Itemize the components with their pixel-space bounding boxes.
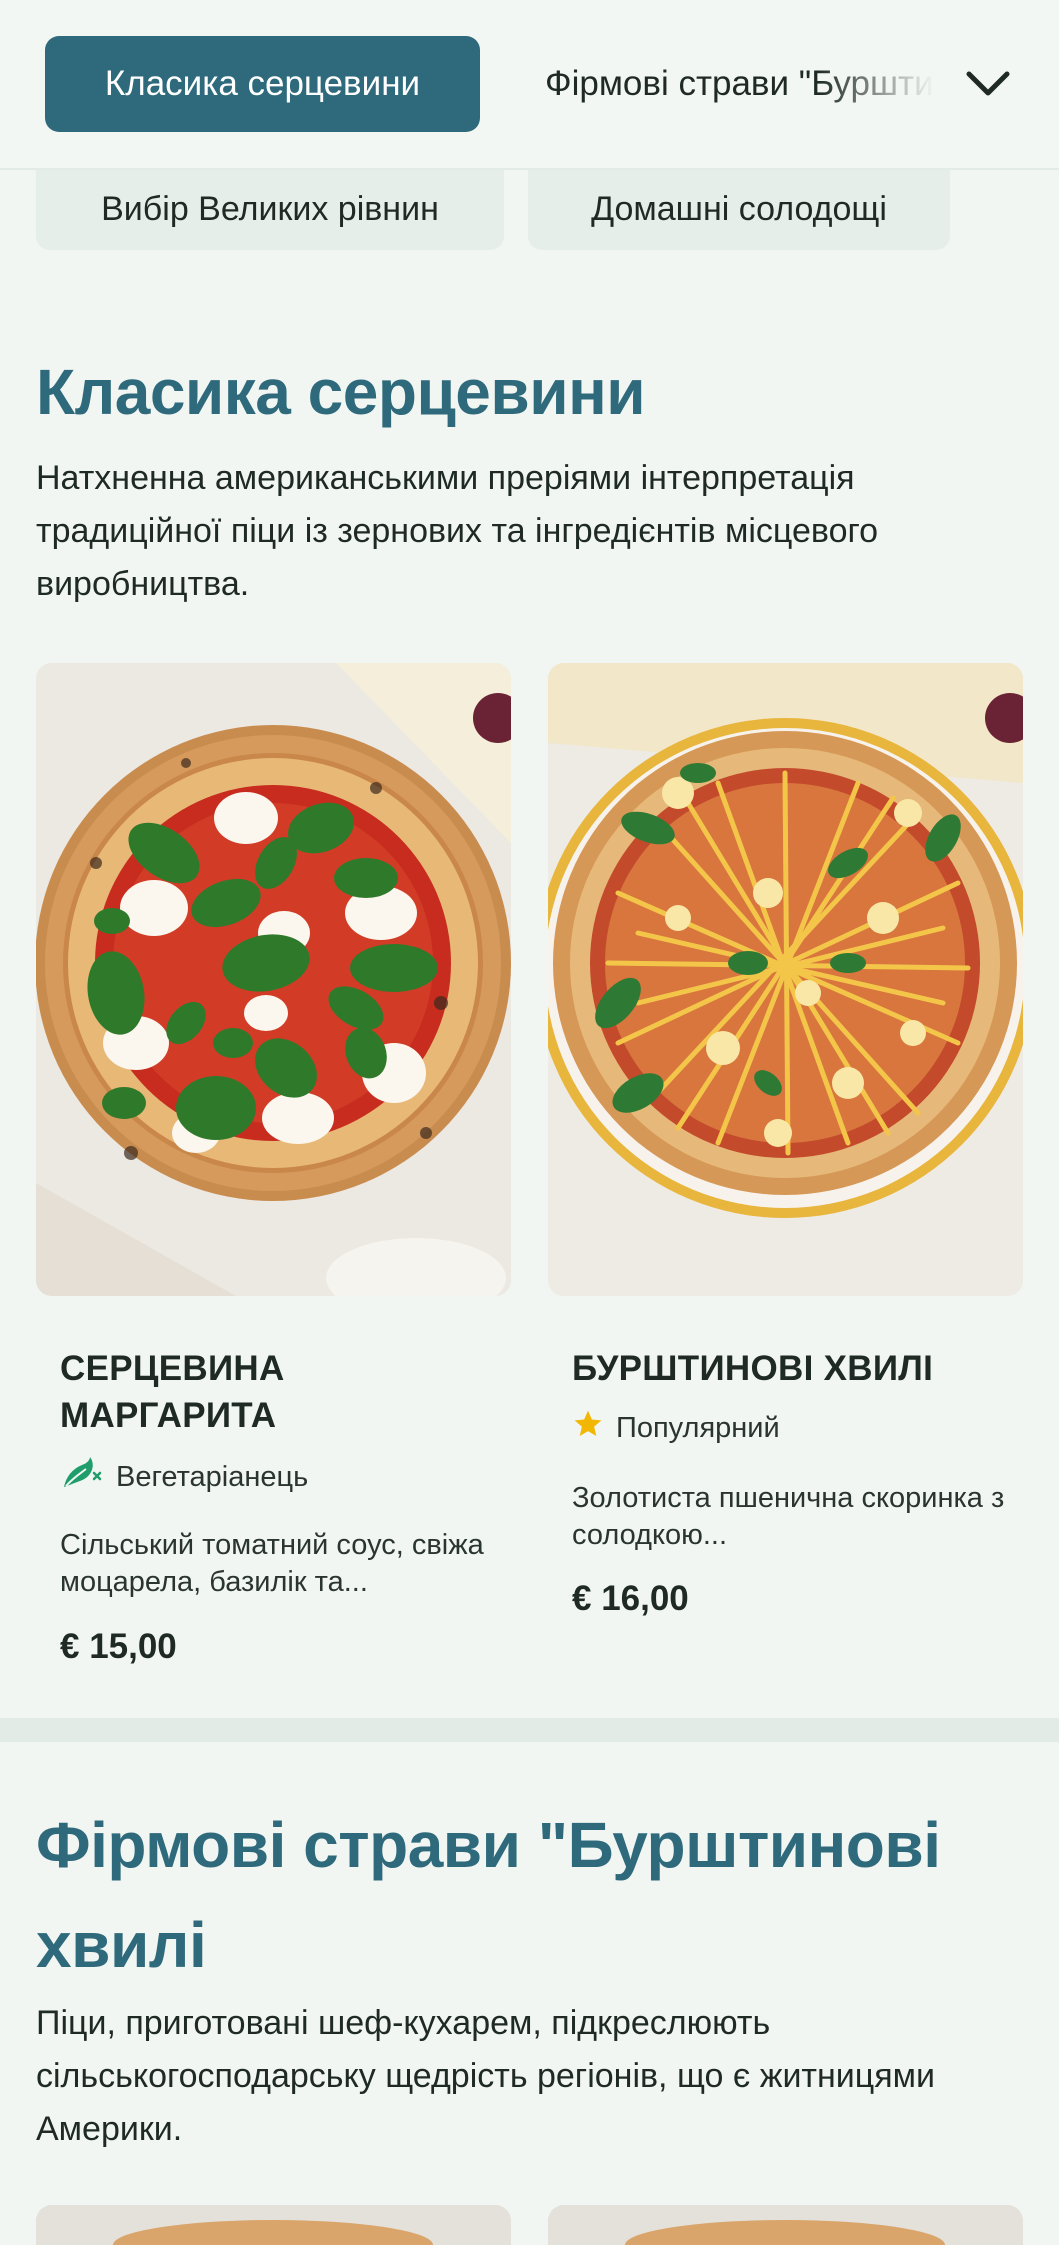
item-price: € 16,00 [572, 1579, 689, 1618]
vegetarian-leaf-icon [60, 1455, 104, 1499]
tag-popular: Популярний [572, 1408, 780, 1448]
tag-label: Вегетаріанець [116, 1460, 309, 1493]
pizza-image-amber-waves[interactable] [548, 663, 1023, 1296]
item-description: Золотиста пшенична скоринка з солодкою..… [572, 1482, 1005, 1551]
section-description: Натхненна американськими преріями інтерп… [36, 459, 879, 603]
section-title: Класика серцевини [36, 356, 646, 428]
item-price: € 15,00 [60, 1627, 177, 1666]
chip-great-plains[interactable]: Вибір Великих рівнин [36, 168, 504, 250]
item-name-amber-waves[interactable]: БУРШТИНОВІ ХВИЛІ [572, 1345, 1012, 1392]
section-description: Піци, приготовані шеф-кухарем, підкреслю… [36, 2004, 936, 2148]
tag-vegetarian: Вегетаріанець [60, 1455, 308, 1499]
section-divider [0, 1718, 1059, 1742]
item-description: Сільський томатний соус, свіжа моцарела,… [60, 1529, 484, 1598]
pizza-image-peek[interactable] [36, 2205, 511, 2245]
category-tab-bar: Класика серцевини Фірмові страви "Буршти… [0, 0, 1059, 170]
chevron-down-icon[interactable] [960, 56, 1016, 112]
pizza-image-peek[interactable] [548, 2205, 1023, 2245]
tag-label: Популярний [616, 1411, 780, 1444]
chip-home-sweets[interactable]: Домашні солодощі [528, 168, 950, 250]
section-title: Фірмові страви "Бурштинові хвилі [36, 1809, 941, 1981]
pizza-image-margherita[interactable] [36, 663, 511, 1296]
star-icon [572, 1408, 604, 1448]
item-name-margherita[interactable]: СЕРЦЕВИНА МАРГАРИТА [60, 1345, 460, 1439]
tab-classics[interactable]: Класика серцевини [45, 36, 480, 132]
tab-signature[interactable]: Фірмові страви "Бурштинові хвилі [545, 36, 935, 132]
